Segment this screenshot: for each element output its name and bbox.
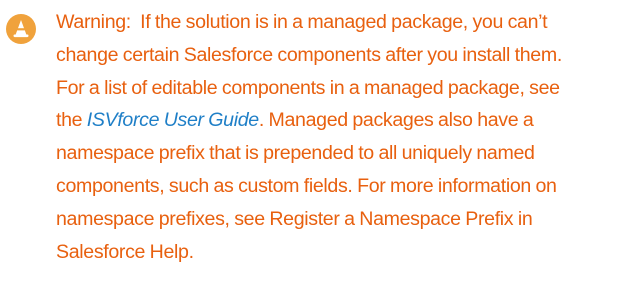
warning-line-4: the ISVforce User Guide. Managed package…	[56, 104, 642, 137]
isvforce-user-guide-link[interactable]: ISVforce User Guide	[87, 109, 259, 131]
warning-text-1: If the solution is in a managed package,…	[140, 11, 548, 33]
warning-callout: Warning: If the solution is in a managed…	[0, 0, 644, 283]
warning-line-8: Salesforce Help.	[56, 240, 194, 263]
warning-text-4-pre: the	[56, 109, 87, 132]
warning-label: Warning:	[56, 11, 131, 33]
warning-line-2: change certain Salesforce components aft…	[56, 43, 562, 66]
warning-line-1: Warning: If the solution is in a managed…	[56, 6, 642, 39]
warning-message: Warning: If the solution is in a managed…	[56, 6, 642, 268]
warning-cone-icon	[6, 14, 36, 44]
warning-line-3: For a list of editable components in a m…	[56, 76, 560, 99]
warning-line-5: namespace prefix that is prepended to al…	[56, 142, 535, 165]
warning-line-6: components, such as custom fields. For m…	[56, 174, 557, 197]
warning-line-7: namespace prefixes, see Register a Names…	[56, 207, 533, 230]
warning-text-4-post: . Managed packages also have a	[258, 109, 534, 132]
